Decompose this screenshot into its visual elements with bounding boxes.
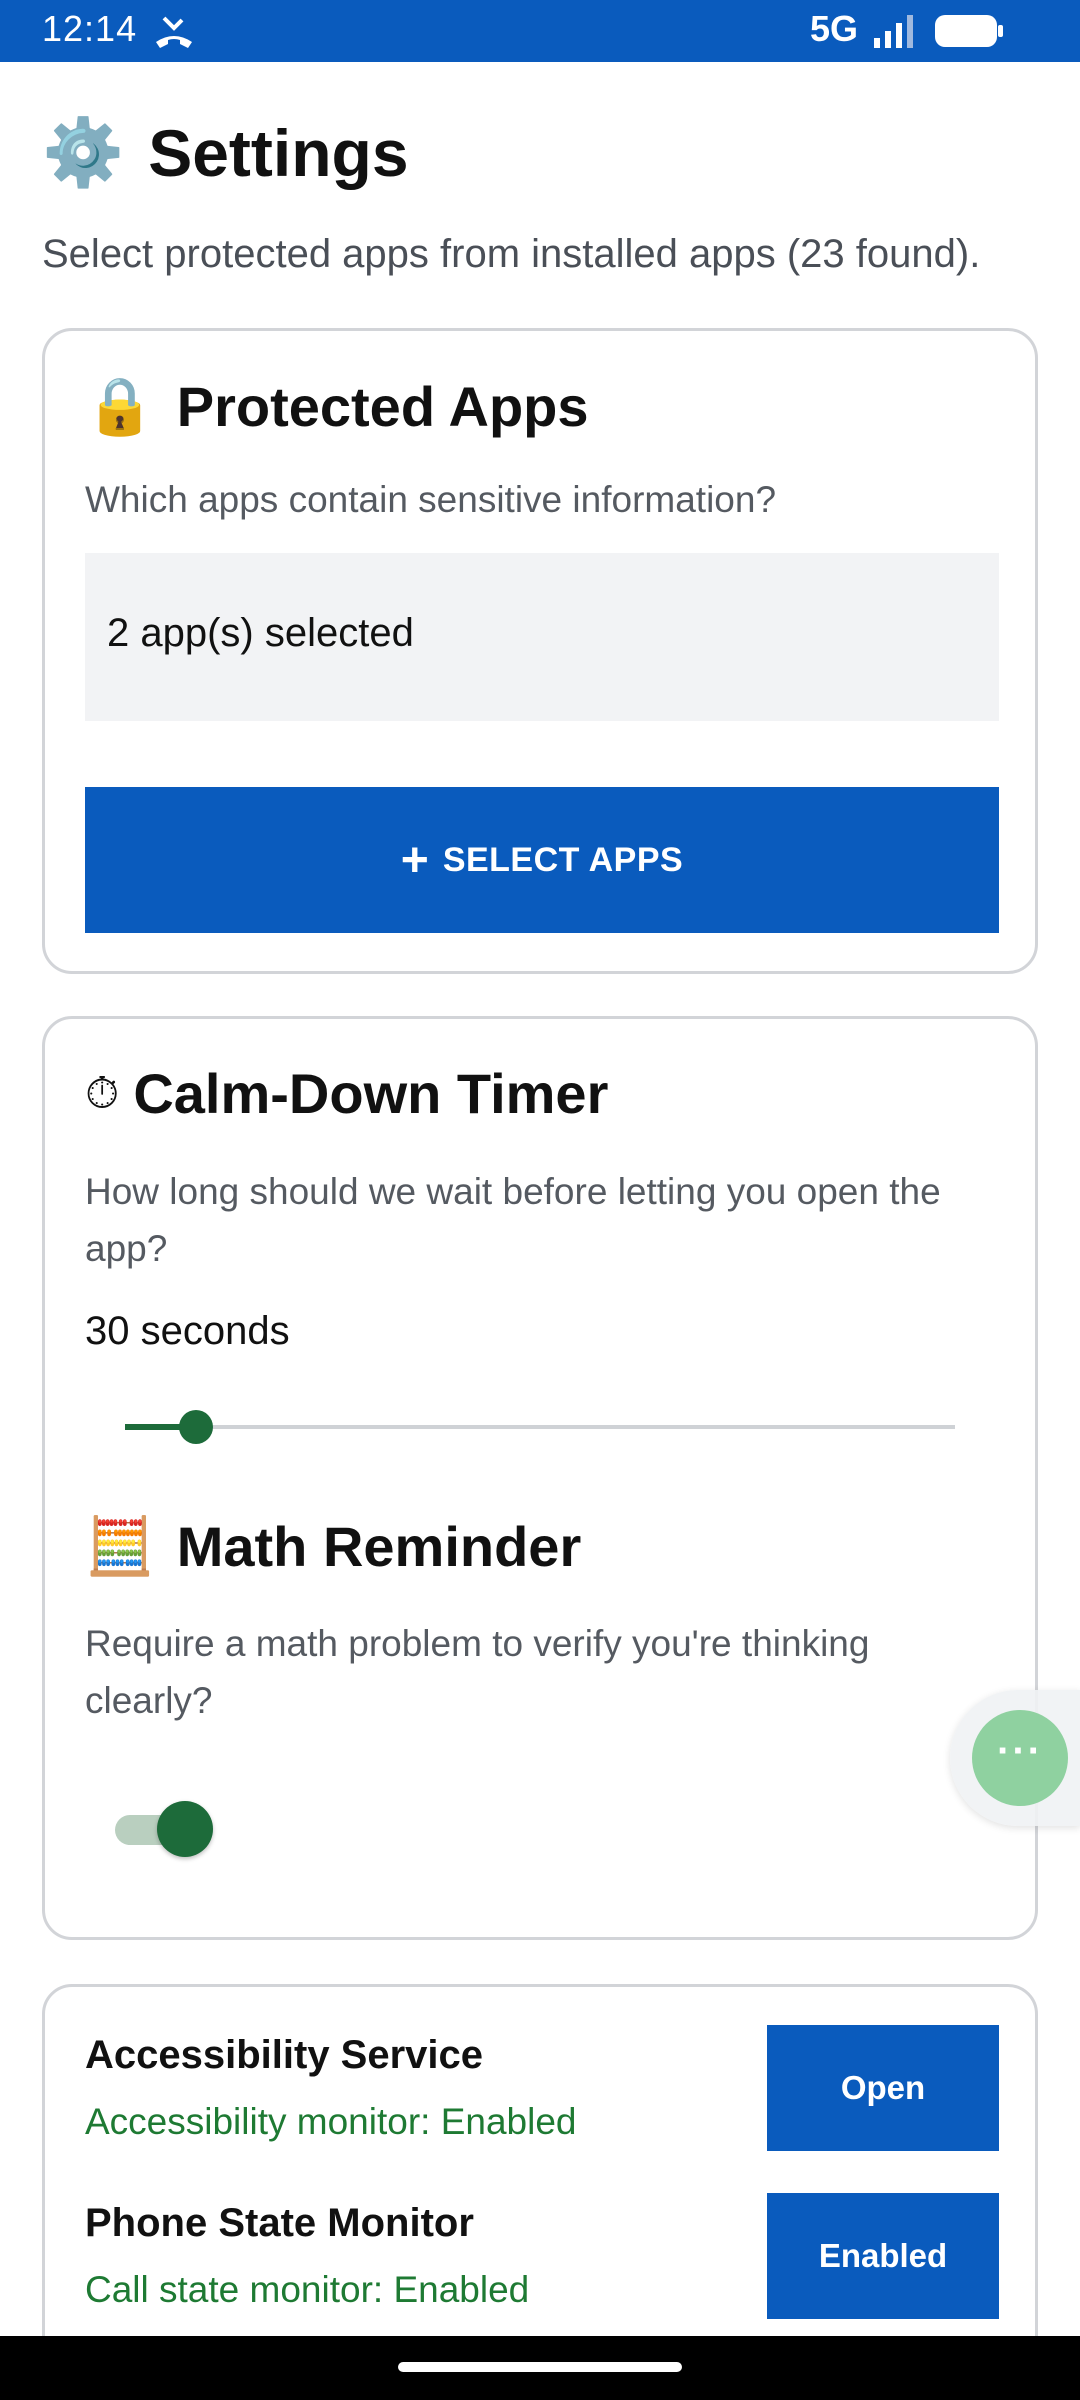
math-title: Math Reminder <box>176 1514 582 1578</box>
math-heading: 🧮 Math Reminder <box>85 1513 581 1579</box>
signal-icon <box>874 15 913 48</box>
timer-heading: ⏱ Calm-Down Timer <box>85 1061 608 1126</box>
protected-apps-heading: 🔒 Protected Apps <box>85 373 589 439</box>
more-button[interactable]: ··· <box>972 1710 1068 1806</box>
math-toggle[interactable] <box>115 1799 213 1859</box>
selected-apps-count: 2 app(s) selected <box>107 611 414 655</box>
accessibility-service-status: Accessibility monitor: Enabled <box>85 2101 577 2142</box>
phone-state-monitor-status: Call state monitor: Enabled <box>85 2269 530 2310</box>
select-apps-button[interactable]: + SELECT APPS <box>85 787 999 933</box>
timer-card: ⏱ Calm-Down Timer How long should we wai… <box>42 1016 1038 1940</box>
selected-apps-box: 2 app(s) selected <box>85 553 999 721</box>
open-accessibility-button[interactable]: Open <box>767 2025 999 2151</box>
battery-icon <box>935 15 1003 47</box>
page-title: ⚙️ Settings <box>42 108 409 198</box>
stopwatch-icon: ⏱ <box>85 1068 120 1118</box>
phone-state-enabled-button[interactable]: Enabled <box>767 2193 999 2319</box>
timer-title: Calm-Down Timer <box>133 1062 609 1125</box>
network-type: 5G <box>810 8 859 49</box>
timer-description: How long should we wait before letting y… <box>85 1171 941 1269</box>
lock-icon: 🔒 <box>85 374 155 437</box>
floating-bubble: ··· <box>950 1690 1080 1826</box>
abacus-icon: 🧮 <box>85 1514 155 1577</box>
slider-track <box>125 1425 955 1429</box>
plus-icon: + <box>400 833 429 887</box>
missed-call-icon <box>156 16 192 48</box>
home-gesture-handle[interactable] <box>398 2362 682 2372</box>
toggle-thumb <box>157 1801 213 1857</box>
slider-thumb[interactable] <box>178 1410 213 1444</box>
more-icon: ··· <box>997 1728 1043 1773</box>
protected-apps-description: Which apps contain sensitive information… <box>85 479 777 520</box>
status-time: 12:14 <box>42 8 138 49</box>
status-bar: 12:14 5G <box>0 0 1080 62</box>
timer-value: 30 seconds <box>85 1309 290 1353</box>
accessibility-service-title: Accessibility Service <box>85 2033 484 2077</box>
timer-slider[interactable] <box>125 1407 955 1447</box>
page-subtitle: Select protected apps from installed app… <box>42 232 981 276</box>
protected-apps-card: 🔒 Protected Apps Which apps contain sens… <box>42 328 1038 974</box>
select-apps-label: SELECT APPS <box>442 840 684 879</box>
phone-state-monitor-title: Phone State Monitor <box>85 2201 474 2245</box>
protected-apps-title: Protected Apps <box>176 374 589 438</box>
gear-icon: ⚙️ <box>42 115 125 189</box>
page-title-text: Settings <box>148 116 409 190</box>
math-description: Require a math problem to verify you're … <box>85 1623 870 1721</box>
navigation-bar <box>0 2336 1080 2400</box>
